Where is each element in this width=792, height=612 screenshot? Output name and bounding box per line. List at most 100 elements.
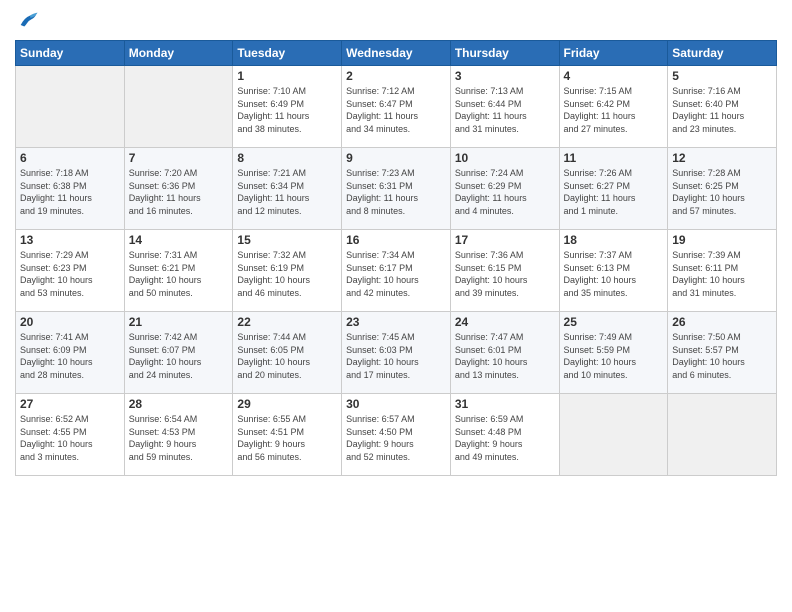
day-info: Sunrise: 6:57 AM Sunset: 4:50 PM Dayligh… [346,413,446,463]
logo-bird-icon [17,10,39,32]
day-info: Sunrise: 7:29 AM Sunset: 6:23 PM Dayligh… [20,249,120,299]
day-info: Sunrise: 7:28 AM Sunset: 6:25 PM Dayligh… [672,167,772,217]
day-number: 13 [20,233,120,247]
weekday-header-row: SundayMondayTuesdayWednesdayThursdayFrid… [16,41,777,66]
calendar-cell [124,66,233,148]
day-info: Sunrise: 7:18 AM Sunset: 6:38 PM Dayligh… [20,167,120,217]
calendar-week-0: 1 Sunrise: 7:10 AM Sunset: 6:49 PM Daylig… [16,66,777,148]
page-header [15,10,777,32]
weekday-thursday: Thursday [450,41,559,66]
day-number: 8 [237,151,337,165]
day-number: 16 [346,233,446,247]
calendar-week-2: 13 Sunrise: 7:29 AM Sunset: 6:23 PM Dayli… [16,230,777,312]
day-number: 5 [672,69,772,83]
day-info: Sunrise: 7:37 AM Sunset: 6:13 PM Dayligh… [564,249,664,299]
day-info: Sunrise: 7:45 AM Sunset: 6:03 PM Dayligh… [346,331,446,381]
day-info: Sunrise: 7:12 AM Sunset: 6:47 PM Dayligh… [346,85,446,135]
weekday-wednesday: Wednesday [342,41,451,66]
day-number: 18 [564,233,664,247]
day-info: Sunrise: 6:55 AM Sunset: 4:51 PM Dayligh… [237,413,337,463]
calendar-cell: 25 Sunrise: 7:49 AM Sunset: 5:59 PM Dayli… [559,312,668,394]
calendar-cell: 19Sunrise: 7:39 AM Sunset: 6:11 PM Dayli… [668,230,777,312]
weekday-saturday: Saturday [668,41,777,66]
calendar-cell: 15 Sunrise: 7:32 AM Sunset: 6:19 PM Dayli… [233,230,342,312]
day-info: Sunrise: 7:10 AM Sunset: 6:49 PM Dayligh… [237,85,337,135]
day-info: Sunrise: 7:16 AM Sunset: 6:40 PM Dayligh… [672,85,772,135]
calendar-cell: 18 Sunrise: 7:37 AM Sunset: 6:13 PM Dayli… [559,230,668,312]
day-info: Sunrise: 7:41 AM Sunset: 6:09 PM Dayligh… [20,331,120,381]
weekday-monday: Monday [124,41,233,66]
calendar-cell: 30Sunrise: 6:57 AM Sunset: 4:50 PM Dayli… [342,394,451,476]
calendar-cell: 23 Sunrise: 7:45 AM Sunset: 6:03 PM Dayli… [342,312,451,394]
day-info: Sunrise: 7:20 AM Sunset: 6:36 PM Dayligh… [129,167,229,217]
day-number: 10 [455,151,555,165]
weekday-friday: Friday [559,41,668,66]
day-number: 6 [20,151,120,165]
day-info: Sunrise: 7:21 AM Sunset: 6:34 PM Dayligh… [237,167,337,217]
calendar-cell: 5 Sunrise: 7:16 AM Sunset: 6:40 PM Daylig… [668,66,777,148]
day-number: 20 [20,315,120,329]
calendar-cell [16,66,125,148]
day-number: 9 [346,151,446,165]
calendar-cell: 2Sunrise: 7:12 AM Sunset: 6:47 PM Daylig… [342,66,451,148]
day-number: 21 [129,315,229,329]
day-number: 7 [129,151,229,165]
day-info: Sunrise: 7:36 AM Sunset: 6:15 PM Dayligh… [455,249,555,299]
calendar-cell: 14 Sunrise: 7:31 AM Sunset: 6:21 PM Dayli… [124,230,233,312]
day-number: 14 [129,233,229,247]
calendar-cell: 21 Sunrise: 7:42 AM Sunset: 6:07 PM Dayli… [124,312,233,394]
day-number: 29 [237,397,337,411]
calendar-cell: 26 Sunrise: 7:50 AM Sunset: 5:57 PM Dayli… [668,312,777,394]
weekday-sunday: Sunday [16,41,125,66]
day-info: Sunrise: 7:32 AM Sunset: 6:19 PM Dayligh… [237,249,337,299]
day-info: Sunrise: 7:39 AM Sunset: 6:11 PM Dayligh… [672,249,772,299]
calendar-cell: 7 Sunrise: 7:20 AM Sunset: 6:36 PM Daylig… [124,148,233,230]
calendar-cell [668,394,777,476]
day-number: 24 [455,315,555,329]
day-info: Sunrise: 6:54 AM Sunset: 4:53 PM Dayligh… [129,413,229,463]
day-number: 23 [346,315,446,329]
calendar-cell: 10 Sunrise: 7:24 AM Sunset: 6:29 PM Dayli… [450,148,559,230]
day-info: Sunrise: 7:49 AM Sunset: 5:59 PM Dayligh… [564,331,664,381]
calendar-cell: 29 Sunrise: 6:55 AM Sunset: 4:51 PM Dayli… [233,394,342,476]
day-number: 22 [237,315,337,329]
logo [15,10,39,32]
calendar-week-3: 20 Sunrise: 7:41 AM Sunset: 6:09 PM Dayli… [16,312,777,394]
day-info: Sunrise: 7:23 AM Sunset: 6:31 PM Dayligh… [346,167,446,217]
day-number: 17 [455,233,555,247]
day-info: Sunrise: 7:50 AM Sunset: 5:57 PM Dayligh… [672,331,772,381]
calendar-cell: 24 Sunrise: 7:47 AM Sunset: 6:01 PM Dayli… [450,312,559,394]
day-number: 28 [129,397,229,411]
day-info: Sunrise: 7:24 AM Sunset: 6:29 PM Dayligh… [455,167,555,217]
day-info: Sunrise: 6:52 AM Sunset: 4:55 PM Dayligh… [20,413,120,463]
day-number: 11 [564,151,664,165]
day-info: Sunrise: 7:42 AM Sunset: 6:07 PM Dayligh… [129,331,229,381]
calendar-cell: 8 Sunrise: 7:21 AM Sunset: 6:34 PM Daylig… [233,148,342,230]
calendar-cell: 27Sunrise: 6:52 AM Sunset: 4:55 PM Dayli… [16,394,125,476]
calendar-cell: 22Sunrise: 7:44 AM Sunset: 6:05 PM Dayli… [233,312,342,394]
day-info: Sunrise: 7:31 AM Sunset: 6:21 PM Dayligh… [129,249,229,299]
calendar-cell: 4 Sunrise: 7:15 AM Sunset: 6:42 PM Daylig… [559,66,668,148]
day-info: Sunrise: 7:26 AM Sunset: 6:27 PM Dayligh… [564,167,664,217]
calendar-cell: 16 Sunrise: 7:34 AM Sunset: 6:17 PM Dayli… [342,230,451,312]
calendar-cell: 9 Sunrise: 7:23 AM Sunset: 6:31 PM Daylig… [342,148,451,230]
calendar-cell: 1 Sunrise: 7:10 AM Sunset: 6:49 PM Daylig… [233,66,342,148]
day-number: 25 [564,315,664,329]
day-info: Sunrise: 7:34 AM Sunset: 6:17 PM Dayligh… [346,249,446,299]
calendar-week-4: 27Sunrise: 6:52 AM Sunset: 4:55 PM Dayli… [16,394,777,476]
day-info: Sunrise: 7:47 AM Sunset: 6:01 PM Dayligh… [455,331,555,381]
calendar-cell: 17 Sunrise: 7:36 AM Sunset: 6:15 PM Dayli… [450,230,559,312]
day-number: 4 [564,69,664,83]
day-number: 15 [237,233,337,247]
day-number: 1 [237,69,337,83]
calendar-cell: 20 Sunrise: 7:41 AM Sunset: 6:09 PM Dayli… [16,312,125,394]
calendar-cell: 13 Sunrise: 7:29 AM Sunset: 6:23 PM Dayli… [16,230,125,312]
day-info: Sunrise: 6:59 AM Sunset: 4:48 PM Dayligh… [455,413,555,463]
weekday-tuesday: Tuesday [233,41,342,66]
day-info: Sunrise: 7:15 AM Sunset: 6:42 PM Dayligh… [564,85,664,135]
day-number: 26 [672,315,772,329]
calendar-cell: 6 Sunrise: 7:18 AM Sunset: 6:38 PM Daylig… [16,148,125,230]
calendar-cell [559,394,668,476]
calendar-table: SundayMondayTuesdayWednesdayThursdayFrid… [15,40,777,476]
day-number: 3 [455,69,555,83]
